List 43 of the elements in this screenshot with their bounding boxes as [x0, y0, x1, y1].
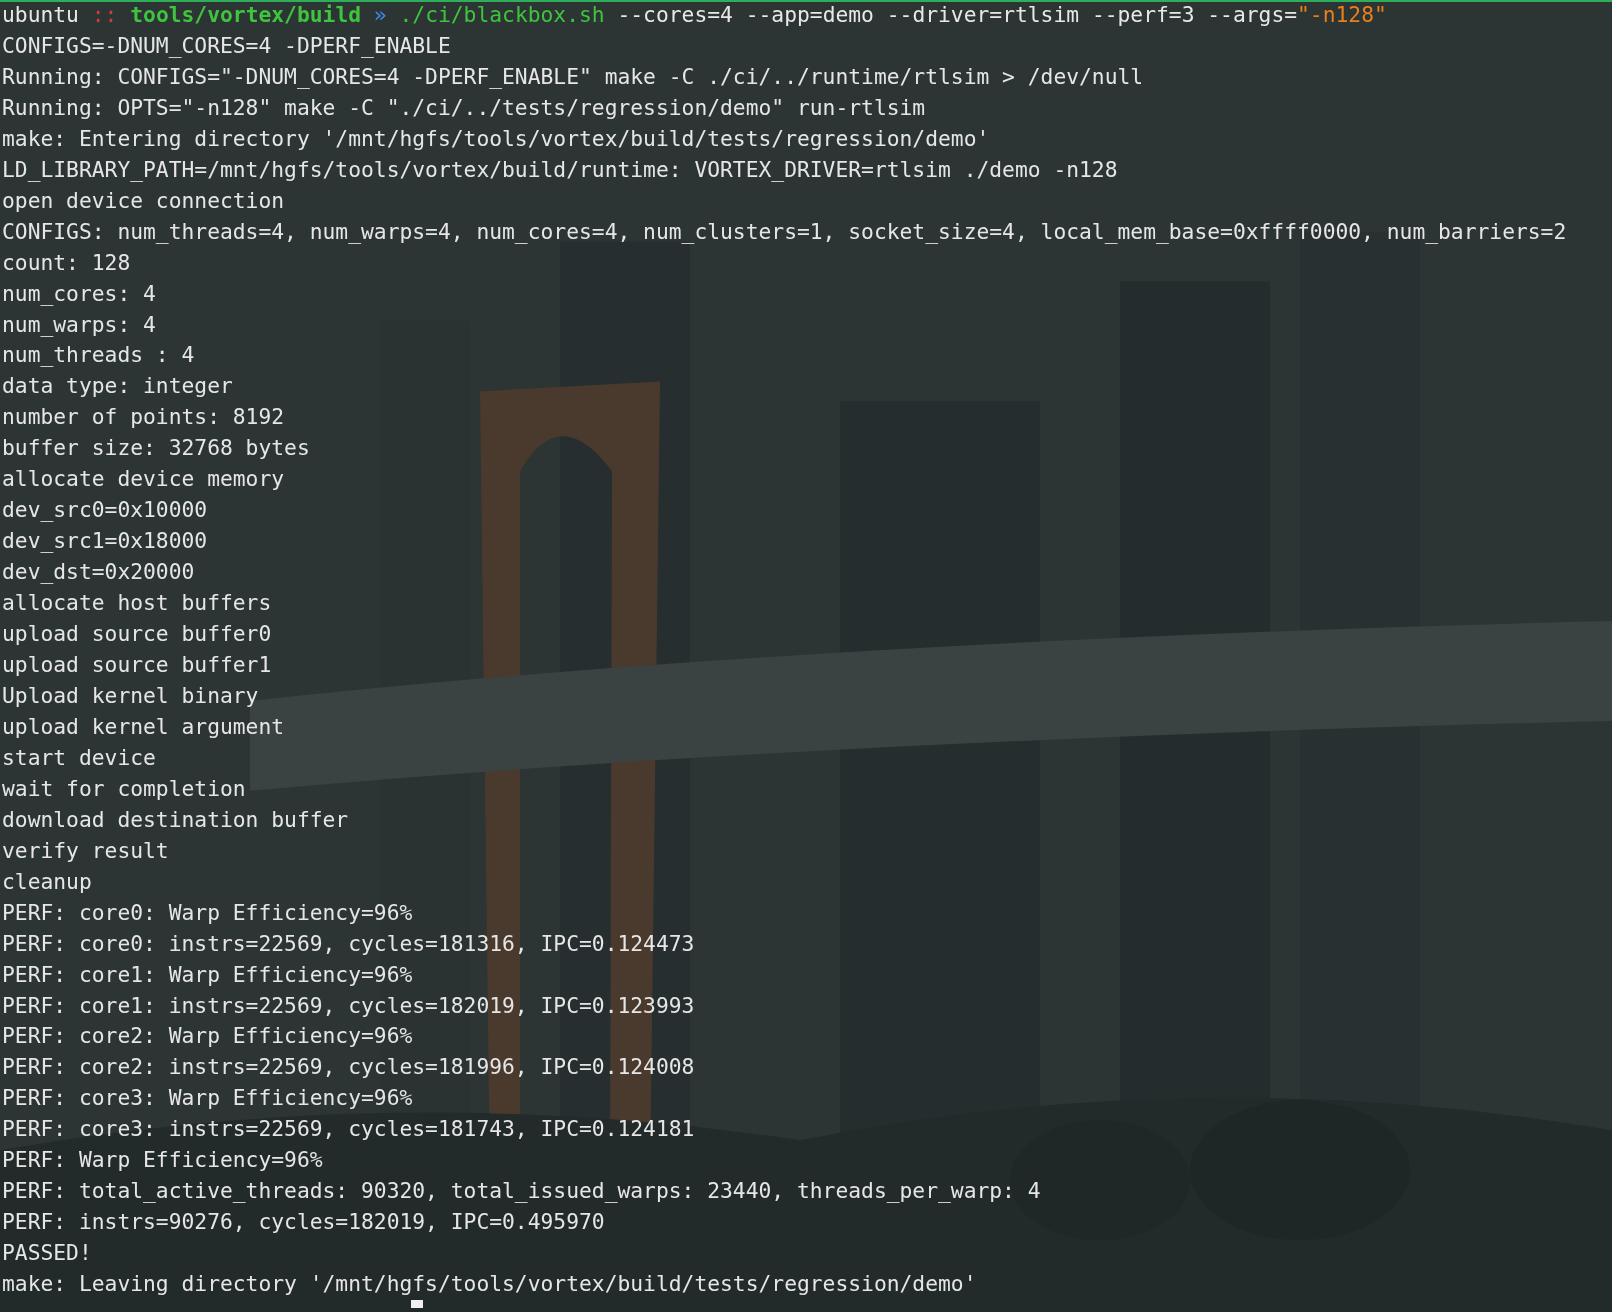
terminal-line: PERF: core0: instrs=22569, cycles=181316, IPC=0.124473 — [2, 929, 695, 958]
terminal-line: LD_LIBRARY_PATH=/mnt/hgfs/tools/vortex/build/runtime: VORTEX_DRIVER=rtlsim ./demo -n128 — [2, 155, 1118, 184]
terminal-line: open device connection — [2, 186, 285, 215]
terminal-line: num_warps: 4 — [2, 310, 156, 339]
terminal-line: number of points: 8192 — [2, 403, 285, 432]
terminal-line: Upload kernel binary — [2, 681, 259, 710]
terminal-line: start device — [2, 743, 156, 772]
terminal-line: PERF: core0: Warp Efficiency=96% — [2, 898, 413, 927]
terminal-line: PERF: total_active_threads: 90320, total_issued_warps: 23440, threads_per_warp: 4 — [2, 1177, 1041, 1206]
terminal-line: wait for completion — [2, 774, 246, 803]
terminal-line: PERF: core2: Warp Efficiency=96% — [2, 1022, 413, 1051]
terminal-line: Running: OPTS="-n128" make -C "./ci/../tests/regression/demo" run-rtlsim — [2, 93, 926, 122]
terminal-prompt-line: ubuntu :: tools/vortex/build » ./ci/blackbox.sh --cores=4 --app=demo --driver=rtlsim --perf=3 --args="-n128" — [2, 2, 1387, 29]
terminal-line: CONFIGS=-DNUM_CORES=4 -DPERF_ENABLE — [2, 31, 451, 60]
terminal-line: dev_src0=0x10000 — [2, 496, 208, 525]
terminal-line: PERF: core3: instrs=22569, cycles=181743, IPC=0.124181 — [2, 1115, 695, 1144]
terminal-line: PERF: core2: instrs=22569, cycles=181996, IPC=0.124008 — [2, 1053, 695, 1082]
terminal-line: Running: CONFIGS="-DNUM_CORES=4 -DPERF_ENABLE" make -C ./ci/../runtime/rtlsim > /dev/null — [2, 62, 1144, 91]
terminal-line: num_cores: 4 — [2, 279, 156, 308]
terminal-line: upload source buffer0 — [2, 620, 272, 649]
terminal-line: PERF: instrs=90276, cycles=182019, IPC=0.495970 — [2, 1208, 605, 1237]
terminal-line: CONFIGS: num_threads=4, num_warps=4, num_cores=4, num_clusters=1, socket_size=4, local_mem_base=0xffff0000, num_barriers=2 — [2, 217, 1567, 246]
terminal-line: verify result — [2, 836, 169, 865]
terminal-line: num_threads : 4 — [2, 341, 195, 370]
terminal-line: cleanup — [2, 867, 92, 896]
terminal-line: dev_dst=0x20000 — [2, 558, 195, 587]
terminal-line: allocate host buffers — [2, 589, 272, 618]
terminal-line: data type: integer — [2, 372, 233, 401]
terminal-line: download destination buffer — [2, 805, 349, 834]
terminal-line: PERF: core1: instrs=22569, cycles=182019, IPC=0.123993 — [2, 991, 695, 1020]
terminal-line: buffer size: 32768 bytes — [2, 434, 310, 463]
terminal-line: PERF: core1: Warp Efficiency=96% — [2, 960, 413, 989]
terminal-line: count: 128 — [2, 248, 131, 277]
terminal-line: PERF: core3: Warp Efficiency=96% — [2, 1084, 413, 1113]
terminal-line: allocate device memory — [2, 465, 285, 494]
terminal-line: dev_src1=0x18000 — [2, 527, 208, 556]
terminal-line: PASSED! — [2, 1239, 92, 1268]
terminal-line: PERF: Warp Efficiency=96% — [2, 1146, 323, 1175]
terminal-line: upload kernel argument — [2, 712, 285, 741]
text-cursor — [411, 1300, 423, 1309]
terminal-line: upload source buffer1 — [2, 651, 272, 679]
terminal-line: make: Leaving directory '/mnt/hgfs/tools/vortex/build/tests/regression/demo' — [2, 1270, 977, 1299]
terminal-line: make: Entering directory '/mnt/hgfs/tools/vortex/build/tests/regression/demo' — [2, 124, 990, 153]
